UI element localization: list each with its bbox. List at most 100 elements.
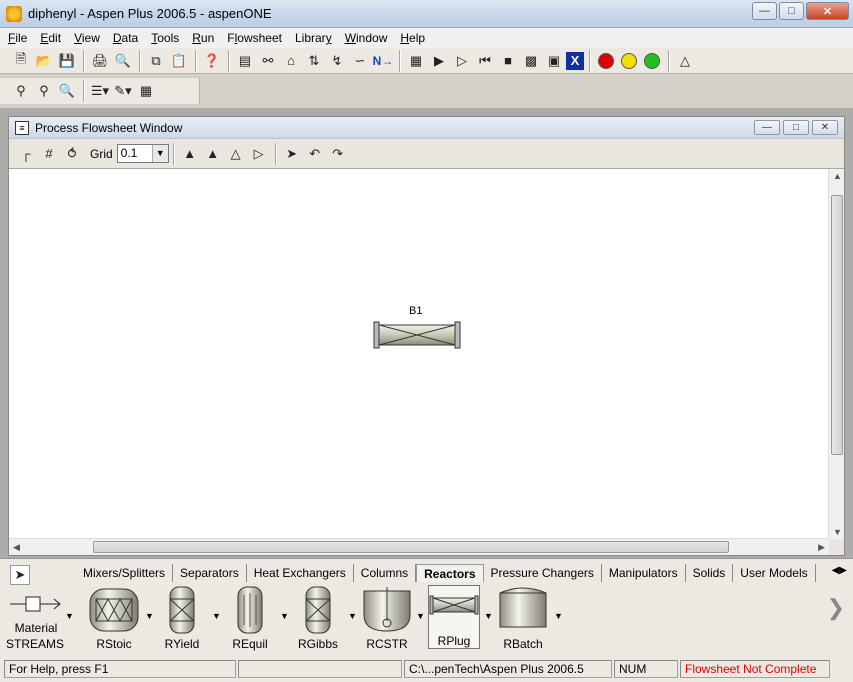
menu-tools[interactable]: Tools: [151, 31, 179, 45]
rplug-item[interactable]: RPlug: [428, 585, 480, 649]
tab-scroll-arrows[interactable]: ◀▶: [832, 565, 847, 576]
palette-scroll-right-icon[interactable]: ❯: [827, 595, 845, 621]
palette-pointer-icon[interactable]: ➤: [10, 565, 30, 585]
grid-select[interactable]: 0.1 ▼: [116, 144, 169, 163]
material-streams-item[interactable]: Material STREAMS: [6, 585, 66, 651]
ryield-dropdown-icon[interactable]: ▼: [212, 611, 221, 621]
horizontal-scrollbar[interactable]: ◀ ▶: [9, 538, 829, 555]
zoom-in-icon[interactable]: ⚲: [10, 80, 32, 102]
flowsheet-canvas[interactable]: B1: [9, 169, 829, 539]
menu-bar: File Edit View Data Tools Run Flowsheet …: [0, 28, 853, 48]
redo-icon[interactable]: ↷: [327, 143, 349, 165]
rcstr-dropdown-icon[interactable]: ▼: [416, 611, 425, 621]
requil-item[interactable]: REquil: [228, 585, 272, 651]
next-button-icon[interactable]: N→: [372, 50, 394, 72]
menu-window[interactable]: Window: [345, 31, 388, 45]
tab-manipulators[interactable]: Manipulators: [602, 564, 686, 582]
menu-library[interactable]: Library: [295, 31, 332, 45]
close-button[interactable]: ✕: [806, 2, 849, 20]
child-restore-button[interactable]: □: [783, 120, 809, 135]
corner-icon[interactable]: ┌: [15, 143, 37, 165]
vertical-scroll-thumb[interactable]: [831, 195, 843, 455]
paste-icon[interactable]: 📋: [168, 50, 190, 72]
tab-reactors[interactable]: Reactors: [416, 564, 484, 582]
excel-icon[interactable]: X: [566, 51, 584, 70]
pause-icon[interactable]: ■: [497, 50, 519, 72]
maximize-button[interactable]: □: [779, 2, 804, 20]
rstoic-item[interactable]: RStoic: [88, 585, 140, 651]
menu-help[interactable]: Help: [400, 31, 425, 45]
menu-file[interactable]: File: [8, 31, 27, 45]
menu-flowsheet[interactable]: Flowsheet: [227, 31, 282, 45]
home-icon[interactable]: ⌂: [280, 50, 302, 72]
align-right-icon[interactable]: ▲: [202, 143, 224, 165]
tab-separators[interactable]: Separators: [173, 564, 247, 582]
rstoic-dropdown-icon[interactable]: ▼: [145, 611, 154, 621]
setup-icon[interactable]: ⇅: [303, 50, 325, 72]
undo-icon[interactable]: ↶: [304, 143, 326, 165]
rgibbs-dropdown-icon[interactable]: ▼: [348, 611, 357, 621]
properties-icon[interactable]: ∽: [349, 50, 371, 72]
zoom-out-icon[interactable]: ⚲: [33, 80, 55, 102]
rbatch-dropdown-icon[interactable]: ▼: [554, 611, 563, 621]
vertical-scrollbar[interactable]: ▲ ▼: [828, 169, 844, 539]
rplug-block-b1[interactable]: [373, 321, 463, 349]
menu-edit[interactable]: Edit: [40, 31, 61, 45]
green-status-icon[interactable]: [641, 50, 663, 72]
flip-icon[interactable]: △: [225, 143, 247, 165]
print-preview-icon[interactable]: 🔍: [112, 50, 134, 72]
data-browser-icon[interactable]: ▤: [234, 50, 256, 72]
annotation-icon[interactable]: ✎▾: [112, 80, 134, 102]
whats-this-help-icon[interactable]: ❓: [201, 50, 223, 72]
section-icon[interactable]: ☰▾: [89, 80, 111, 102]
child-close-button[interactable]: ✕: [812, 120, 838, 135]
tab-solids[interactable]: Solids: [686, 564, 734, 582]
new-file-icon[interactable]: 🗎: [10, 50, 32, 72]
zoom-full-icon[interactable]: 🔍: [56, 80, 78, 102]
tab-columns[interactable]: Columns: [354, 564, 417, 582]
control-panel-icon[interactable]: ▦: [405, 50, 427, 72]
menu-data[interactable]: Data: [113, 31, 138, 45]
minimize-button[interactable]: —: [752, 2, 777, 20]
tab-pressure-changers[interactable]: Pressure Changers: [484, 564, 602, 582]
child-minimize-button[interactable]: —: [754, 120, 780, 135]
network-icon[interactable]: ⚯: [257, 50, 279, 72]
chevron-down-icon[interactable]: ▼: [151, 145, 168, 162]
save-icon[interactable]: 💾: [56, 50, 78, 72]
grid-icon[interactable]: #: [38, 143, 60, 165]
menu-view[interactable]: View: [74, 31, 100, 45]
stop-icon[interactable]: ⏮: [474, 50, 496, 72]
tab-mixers-splitters[interactable]: Mixers/Splitters: [76, 564, 174, 582]
align-left-icon[interactable]: ▲: [179, 143, 201, 165]
rplug-dropdown-icon[interactable]: ▼: [484, 611, 493, 621]
step-icon[interactable]: ▷: [451, 50, 473, 72]
snap-icon[interactable]: ⥀: [61, 143, 83, 165]
mdi-area: ≡ Process Flowsheet Window — □ ✕ ┌ # ⥀ G…: [0, 108, 853, 558]
red-status-icon[interactable]: [595, 50, 617, 72]
rgibbs-item[interactable]: RGibbs: [296, 585, 340, 651]
tab-heat-exchangers[interactable]: Heat Exchangers: [247, 564, 354, 582]
print-icon[interactable]: 🖨: [89, 50, 111, 72]
reinitialize-icon[interactable]: ▣: [543, 50, 565, 72]
yellow-status-icon[interactable]: [618, 50, 640, 72]
run-icon[interactable]: ▶: [428, 50, 450, 72]
rcstr-item[interactable]: RCSTR: [362, 585, 412, 651]
check-results-icon[interactable]: ▩: [520, 50, 542, 72]
tab-user-models[interactable]: User Models: [733, 564, 816, 582]
horizontal-scroll-thumb[interactable]: [93, 541, 729, 553]
rbatch-item[interactable]: RBatch: [496, 585, 550, 651]
copy-icon[interactable]: ⧉: [145, 50, 167, 72]
open-folder-icon[interactable]: 📂: [33, 50, 55, 72]
global-data-icon[interactable]: ▦: [135, 80, 157, 102]
rotate-icon[interactable]: ▷: [248, 143, 270, 165]
ryield-item[interactable]: RYield: [160, 585, 204, 651]
streams-dropdown-icon[interactable]: ▼: [65, 611, 74, 621]
rplug-icon: [429, 595, 479, 615]
menu-run[interactable]: Run: [192, 31, 214, 45]
requil-dropdown-icon[interactable]: ▼: [280, 611, 289, 621]
model-library-icon[interactable]: △: [674, 50, 696, 72]
app-icon[interactable]: [6, 6, 22, 22]
components-icon[interactable]: ↯: [326, 50, 348, 72]
status-help: For Help, press F1: [4, 660, 236, 678]
select-pointer-icon[interactable]: ➤: [281, 143, 303, 165]
